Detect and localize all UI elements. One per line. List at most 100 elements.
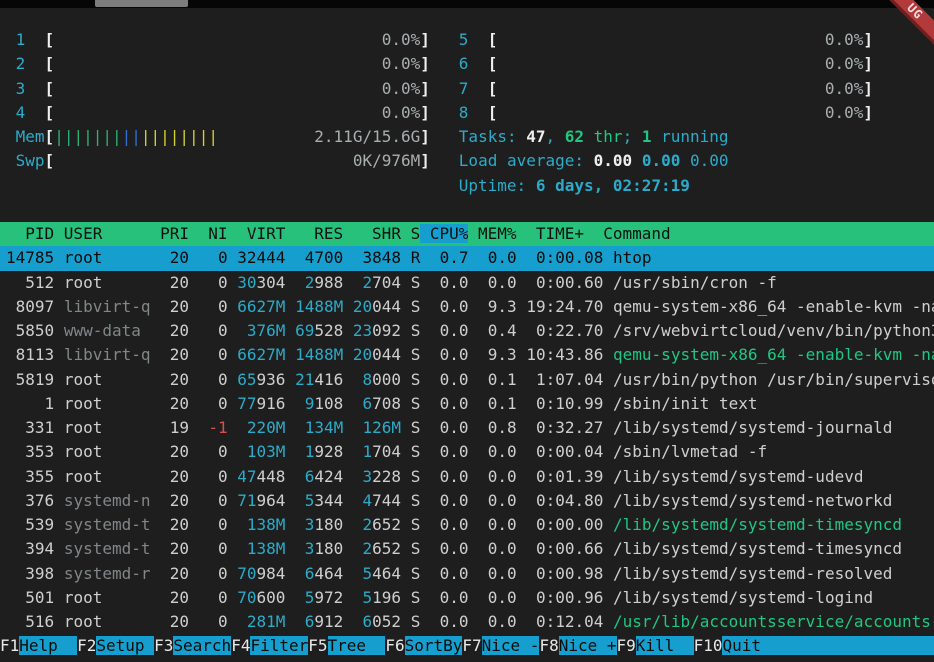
process-row-516[interactable]: 516 root 20 0 281M 6912 6052 S 0.0 0.0 0… bbox=[0, 610, 934, 634]
cell-shr: 1 bbox=[353, 442, 372, 461]
fn-label-kill[interactable]: Kill bbox=[636, 636, 694, 655]
cell-res: 1488M bbox=[295, 297, 343, 316]
load-15min: 0.00 bbox=[690, 151, 729, 170]
cell-shr: 2 bbox=[353, 539, 372, 558]
process-row-376[interactable]: 376 systemd-n 20 0 71964 5344 4744 S 0.0… bbox=[0, 489, 934, 513]
cell-state: S bbox=[411, 394, 421, 413]
cell-cpu: 0.0 bbox=[430, 273, 469, 292]
cpu-meter-label-8: 8 bbox=[459, 103, 469, 122]
cell-cpu: 0.0 bbox=[430, 370, 469, 389]
cell-cpu: 0.0 bbox=[430, 467, 469, 486]
spacer-row bbox=[0, 198, 934, 222]
cpu-meter-value-3: 0.0% bbox=[382, 79, 421, 98]
mem-meter-label: Mem bbox=[16, 127, 45, 146]
cpu-meter-value-1: 0.0% bbox=[382, 30, 421, 49]
fn-key-F9[interactable]: F9 bbox=[617, 636, 636, 655]
fn-key-F10[interactable]: F10 bbox=[694, 636, 723, 655]
process-row-1[interactable]: 1 root 20 0 77916 9108 6708 S 0.0 0.1 0:… bbox=[0, 392, 934, 416]
cpu-meter-row-1-5: 1 [ 0.0%] 5 [ 0.0%] bbox=[0, 28, 934, 52]
process-row-512[interactable]: 512 root 20 0 30304 2988 2704 S 0.0 0.0 … bbox=[0, 271, 934, 295]
cell-state: S bbox=[411, 467, 421, 486]
cell-ni: 0 bbox=[199, 394, 228, 413]
fn-key-F6[interactable]: F6 bbox=[385, 636, 404, 655]
fn-key-F4[interactable]: F4 bbox=[231, 636, 250, 655]
cell-state: S bbox=[411, 491, 421, 510]
cell-state: S bbox=[411, 297, 421, 316]
cpu-meter-label-5: 5 bbox=[459, 30, 469, 49]
process-row-501[interactable]: 501 root 20 0 70600 5972 5196 S 0.0 0.0 … bbox=[0, 586, 934, 610]
fn-label-sortby[interactable]: SortBy bbox=[405, 636, 463, 655]
cell-cpu: 0.0 bbox=[430, 442, 469, 461]
cpu-meter-value-6: 0.0% bbox=[825, 54, 864, 73]
window-drag-handle[interactable] bbox=[95, 0, 188, 7]
cell-shr: 2 bbox=[353, 515, 372, 534]
uptime-row: Uptime: 6 days, 02:27:19 bbox=[0, 174, 934, 198]
cell-shr: 4 bbox=[353, 491, 372, 510]
process-row-5850[interactable]: 5850 www-data 20 0 376M 69528 23092 S 0.… bbox=[0, 319, 934, 343]
cell-pid: 8097 bbox=[6, 297, 54, 316]
cell-ni: 0 bbox=[199, 321, 228, 340]
cell-mem: 0.0 bbox=[478, 612, 517, 631]
cell-virt: 220M bbox=[237, 418, 285, 437]
cell-state: S bbox=[411, 588, 421, 607]
process-row-8113[interactable]: 8113 libvirt-q 20 0 6627M 1488M 20044 S … bbox=[0, 343, 934, 367]
cell-pid: 376 bbox=[6, 491, 54, 510]
fn-label-filter[interactable]: Filter bbox=[250, 636, 308, 655]
cell-virt: 6627M bbox=[237, 297, 285, 316]
fn-key-F7[interactable]: F7 bbox=[462, 636, 481, 655]
fn-key-F8[interactable]: F8 bbox=[539, 636, 558, 655]
cell-shr: 23 bbox=[353, 321, 372, 340]
fn-key-F5[interactable]: F5 bbox=[308, 636, 327, 655]
cell-shr: 6 bbox=[353, 612, 372, 631]
cell-virt: 376M bbox=[237, 321, 285, 340]
cell-mem: 9.3 bbox=[478, 345, 517, 364]
fn-label-quit[interactable]: Quit bbox=[722, 636, 934, 655]
cell-command: /usr/bin/python /usr/bin/superviso bbox=[613, 370, 934, 389]
process-row-539[interactable]: 539 systemd-t 20 0 138M 3180 2652 S 0.0 … bbox=[0, 513, 934, 537]
fn-label-nice-[interactable]: Nice - bbox=[482, 636, 540, 655]
process-row-14785[interactable]: 14785 root 20 0 32444 4700 3848 R 0.7 0.… bbox=[0, 246, 934, 270]
process-row-331[interactable]: 331 root 19 -1 220M 134M 126M S 0.0 0.8 … bbox=[0, 416, 934, 440]
cell-time: 0:12.04 bbox=[526, 612, 603, 631]
fn-label-help[interactable]: Help bbox=[19, 636, 77, 655]
cell-state: S bbox=[411, 273, 421, 292]
process-row-394[interactable]: 394 systemd-t 20 0 138M 3180 2652 S 0.0 … bbox=[0, 537, 934, 561]
cell-virt: 103M bbox=[237, 442, 285, 461]
cell-command: /sbin/lvmetad -f bbox=[613, 442, 767, 461]
cell-mem: 0.0 bbox=[478, 442, 517, 461]
fn-key-F2[interactable]: F2 bbox=[77, 636, 96, 655]
cell-user: root bbox=[64, 394, 151, 413]
fn-label-tree[interactable]: Tree bbox=[328, 636, 386, 655]
cell-time: 0:00.96 bbox=[526, 588, 603, 607]
process-row-5819[interactable]: 5819 root 20 0 65936 21416 8000 S 0.0 0.… bbox=[0, 368, 934, 392]
cell-pri: 20 bbox=[160, 370, 189, 389]
cell-user: root bbox=[64, 588, 151, 607]
cell-ni: 0 bbox=[199, 491, 228, 510]
fn-key-F1[interactable]: F1 bbox=[0, 636, 19, 655]
cpu-meter-row-4-8: 4 [ 0.0%] 8 [ 0.0%] bbox=[0, 101, 934, 125]
mem-meter-value: 2.11G/15.6G bbox=[314, 127, 420, 146]
cell-state: S bbox=[411, 370, 421, 389]
process-row-8097[interactable]: 8097 libvirt-q 20 0 6627M 1488M 20044 S … bbox=[0, 295, 934, 319]
cell-mem: 9.3 bbox=[478, 297, 517, 316]
window-top-bar bbox=[0, 0, 934, 8]
cell-ni: 0 bbox=[199, 442, 228, 461]
mem-bar-blue: || bbox=[122, 127, 141, 146]
cell-pid: 398 bbox=[6, 564, 54, 583]
cell-cpu: 0.0 bbox=[430, 588, 469, 607]
process-row-353[interactable]: 353 root 20 0 103M 1928 1704 S 0.0 0.0 0… bbox=[0, 440, 934, 464]
cell-pri: 20 bbox=[160, 297, 189, 316]
fn-label-nice-[interactable]: Nice + bbox=[559, 636, 617, 655]
cell-shr: 126M bbox=[353, 418, 401, 437]
cell-user: root bbox=[64, 248, 151, 267]
fn-key-F3[interactable]: F3 bbox=[154, 636, 173, 655]
fn-label-setup[interactable]: Setup bbox=[96, 636, 154, 655]
cell-command: /lib/systemd/systemd-resolved bbox=[613, 564, 892, 583]
column-headers-left: PID USER PRI NI VIRT RES SHR S bbox=[6, 224, 420, 243]
process-row-355[interactable]: 355 root 20 0 47448 6424 3228 S 0.0 0.0 … bbox=[0, 465, 934, 489]
sort-column-header-cpu[interactable]: CPU% bbox=[420, 224, 468, 243]
cell-pid: 516 bbox=[6, 612, 54, 631]
fn-label-search[interactable]: Search bbox=[173, 636, 231, 655]
process-row-398[interactable]: 398 systemd-r 20 0 70984 6464 5464 S 0.0… bbox=[0, 562, 934, 586]
cell-ni: 0 bbox=[199, 248, 228, 267]
